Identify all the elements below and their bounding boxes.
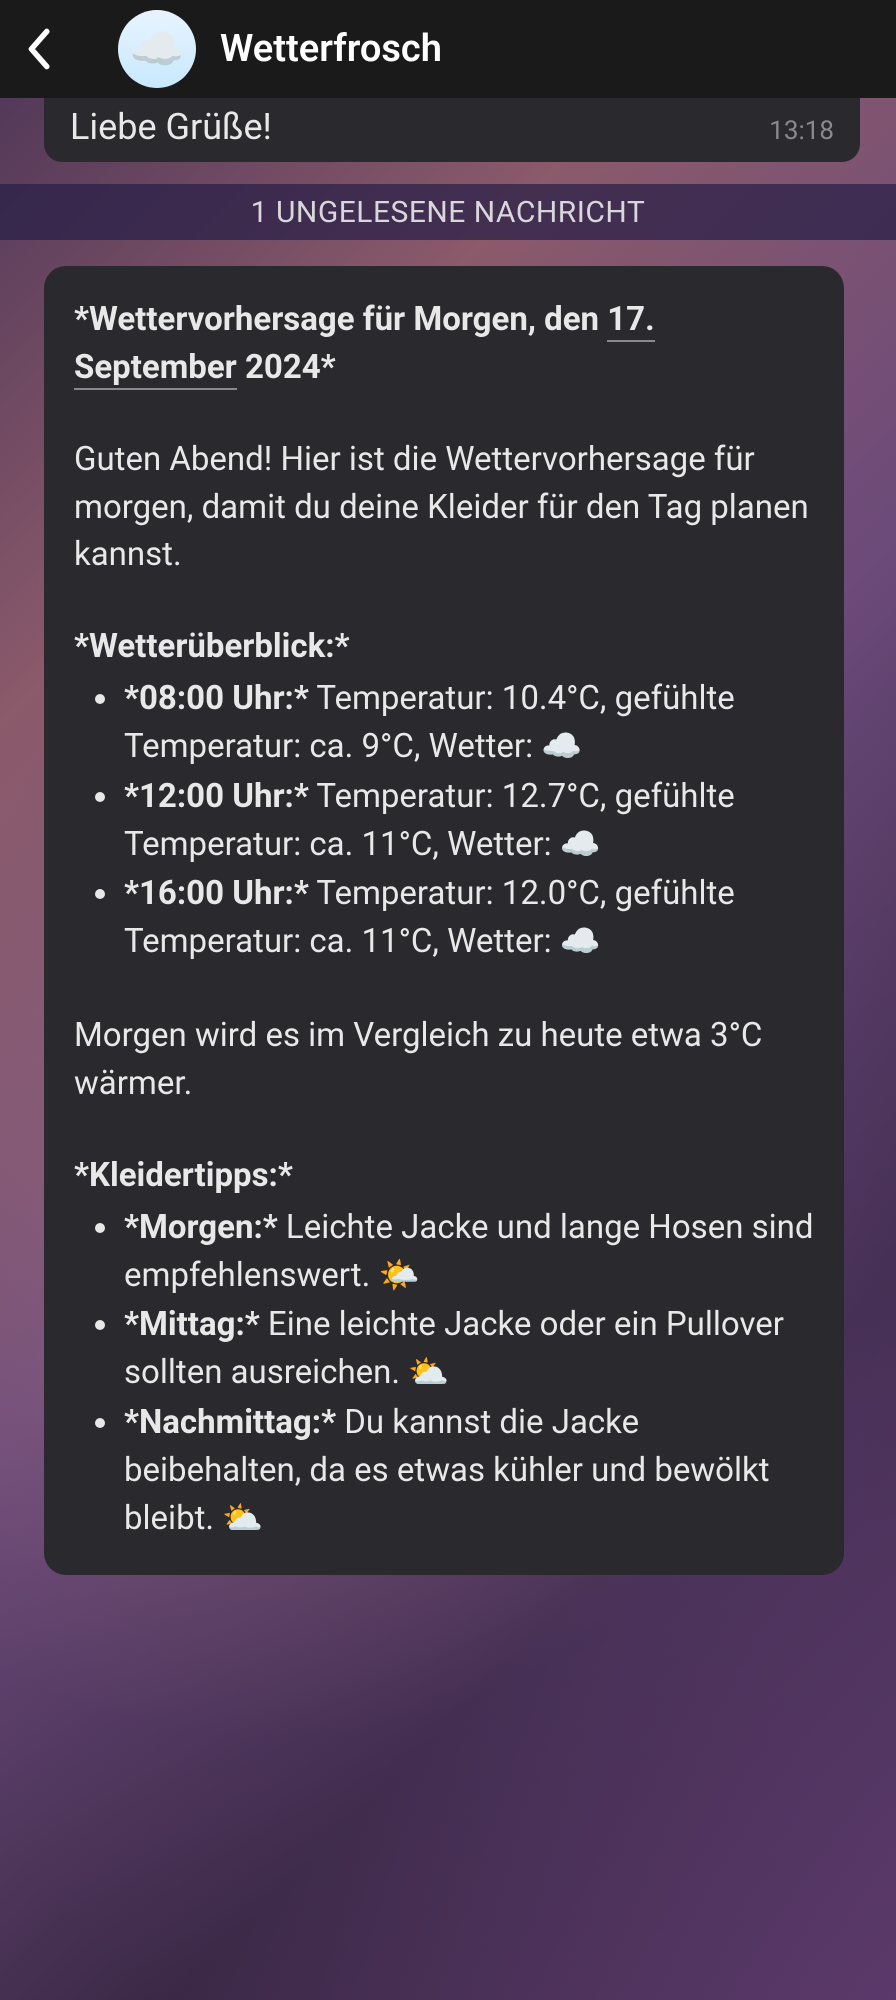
message-title: *Wettervorhersage für Morgen, den 17. Se… bbox=[74, 296, 814, 392]
tips-heading: *Kleidertipps:* bbox=[74, 1152, 814, 1200]
list-item: *08:00 Uhr:* Temperatur: 10.4°C, gefühlt… bbox=[122, 675, 814, 771]
title-prefix: *Wettervorhersage für Morgen, den bbox=[74, 300, 607, 339]
overview-heading: *Wetterüberblick:* bbox=[74, 623, 814, 671]
list-item: *16:00 Uhr:* Temperatur: 12.0°C, gefühlt… bbox=[122, 870, 814, 966]
back-button[interactable] bbox=[18, 29, 58, 69]
overview-item-label: *16:00 Uhr:* bbox=[124, 874, 309, 913]
overview-item-label: *08:00 Uhr:* bbox=[124, 679, 309, 718]
overview-list: *08:00 Uhr:* Temperatur: 10.4°C, gefühlt… bbox=[74, 675, 814, 966]
message-intro: Guten Abend! Hier ist die Wettervorhersa… bbox=[74, 436, 814, 580]
chat-header: ☁️ Wetterfrosch bbox=[0, 0, 896, 98]
tip-item-label: *Mittag:* bbox=[124, 1305, 260, 1344]
tip-item-label: *Morgen:* bbox=[124, 1208, 278, 1247]
chat-avatar[interactable]: ☁️ bbox=[118, 10, 196, 88]
chat-area: Liebe Grüße! 13:18 1 UNGELESENE NACHRICH… bbox=[0, 98, 896, 1575]
overview-item-label: *12:00 Uhr:* bbox=[124, 777, 309, 816]
chevron-left-icon bbox=[24, 27, 52, 71]
avatar-emoji: ☁️ bbox=[130, 23, 185, 75]
comparison-text: Morgen wird es im Vergleich zu heute etw… bbox=[74, 1012, 814, 1108]
list-item: *Mittag:* Eine leichte Jacke oder ein Pu… bbox=[122, 1301, 814, 1397]
tips-list: *Morgen:* Leichte Jacke und lange Hosen … bbox=[74, 1204, 814, 1543]
chat-title[interactable]: Wetterfrosch bbox=[220, 27, 442, 71]
list-item: *Nachmittag:* Du kannst die Jacke beibeh… bbox=[122, 1399, 814, 1543]
previous-message-bubble[interactable]: Liebe Grüße! 13:18 bbox=[44, 98, 860, 162]
title-suffix: 2024* bbox=[237, 348, 336, 387]
previous-message-text: Liebe Grüße! bbox=[70, 106, 272, 148]
message-bubble[interactable]: *Wettervorhersage für Morgen, den 17. Se… bbox=[44, 266, 844, 1575]
list-item: *Morgen:* Leichte Jacke und lange Hosen … bbox=[122, 1204, 814, 1300]
tip-item-label: *Nachmittag:* bbox=[124, 1403, 336, 1442]
list-item: *12:00 Uhr:* Temperatur: 12.7°C, gefühlt… bbox=[122, 773, 814, 869]
unread-banner: 1 UNGELESENE NACHRICHT bbox=[0, 184, 896, 240]
previous-message-time: 13:18 bbox=[749, 116, 834, 146]
